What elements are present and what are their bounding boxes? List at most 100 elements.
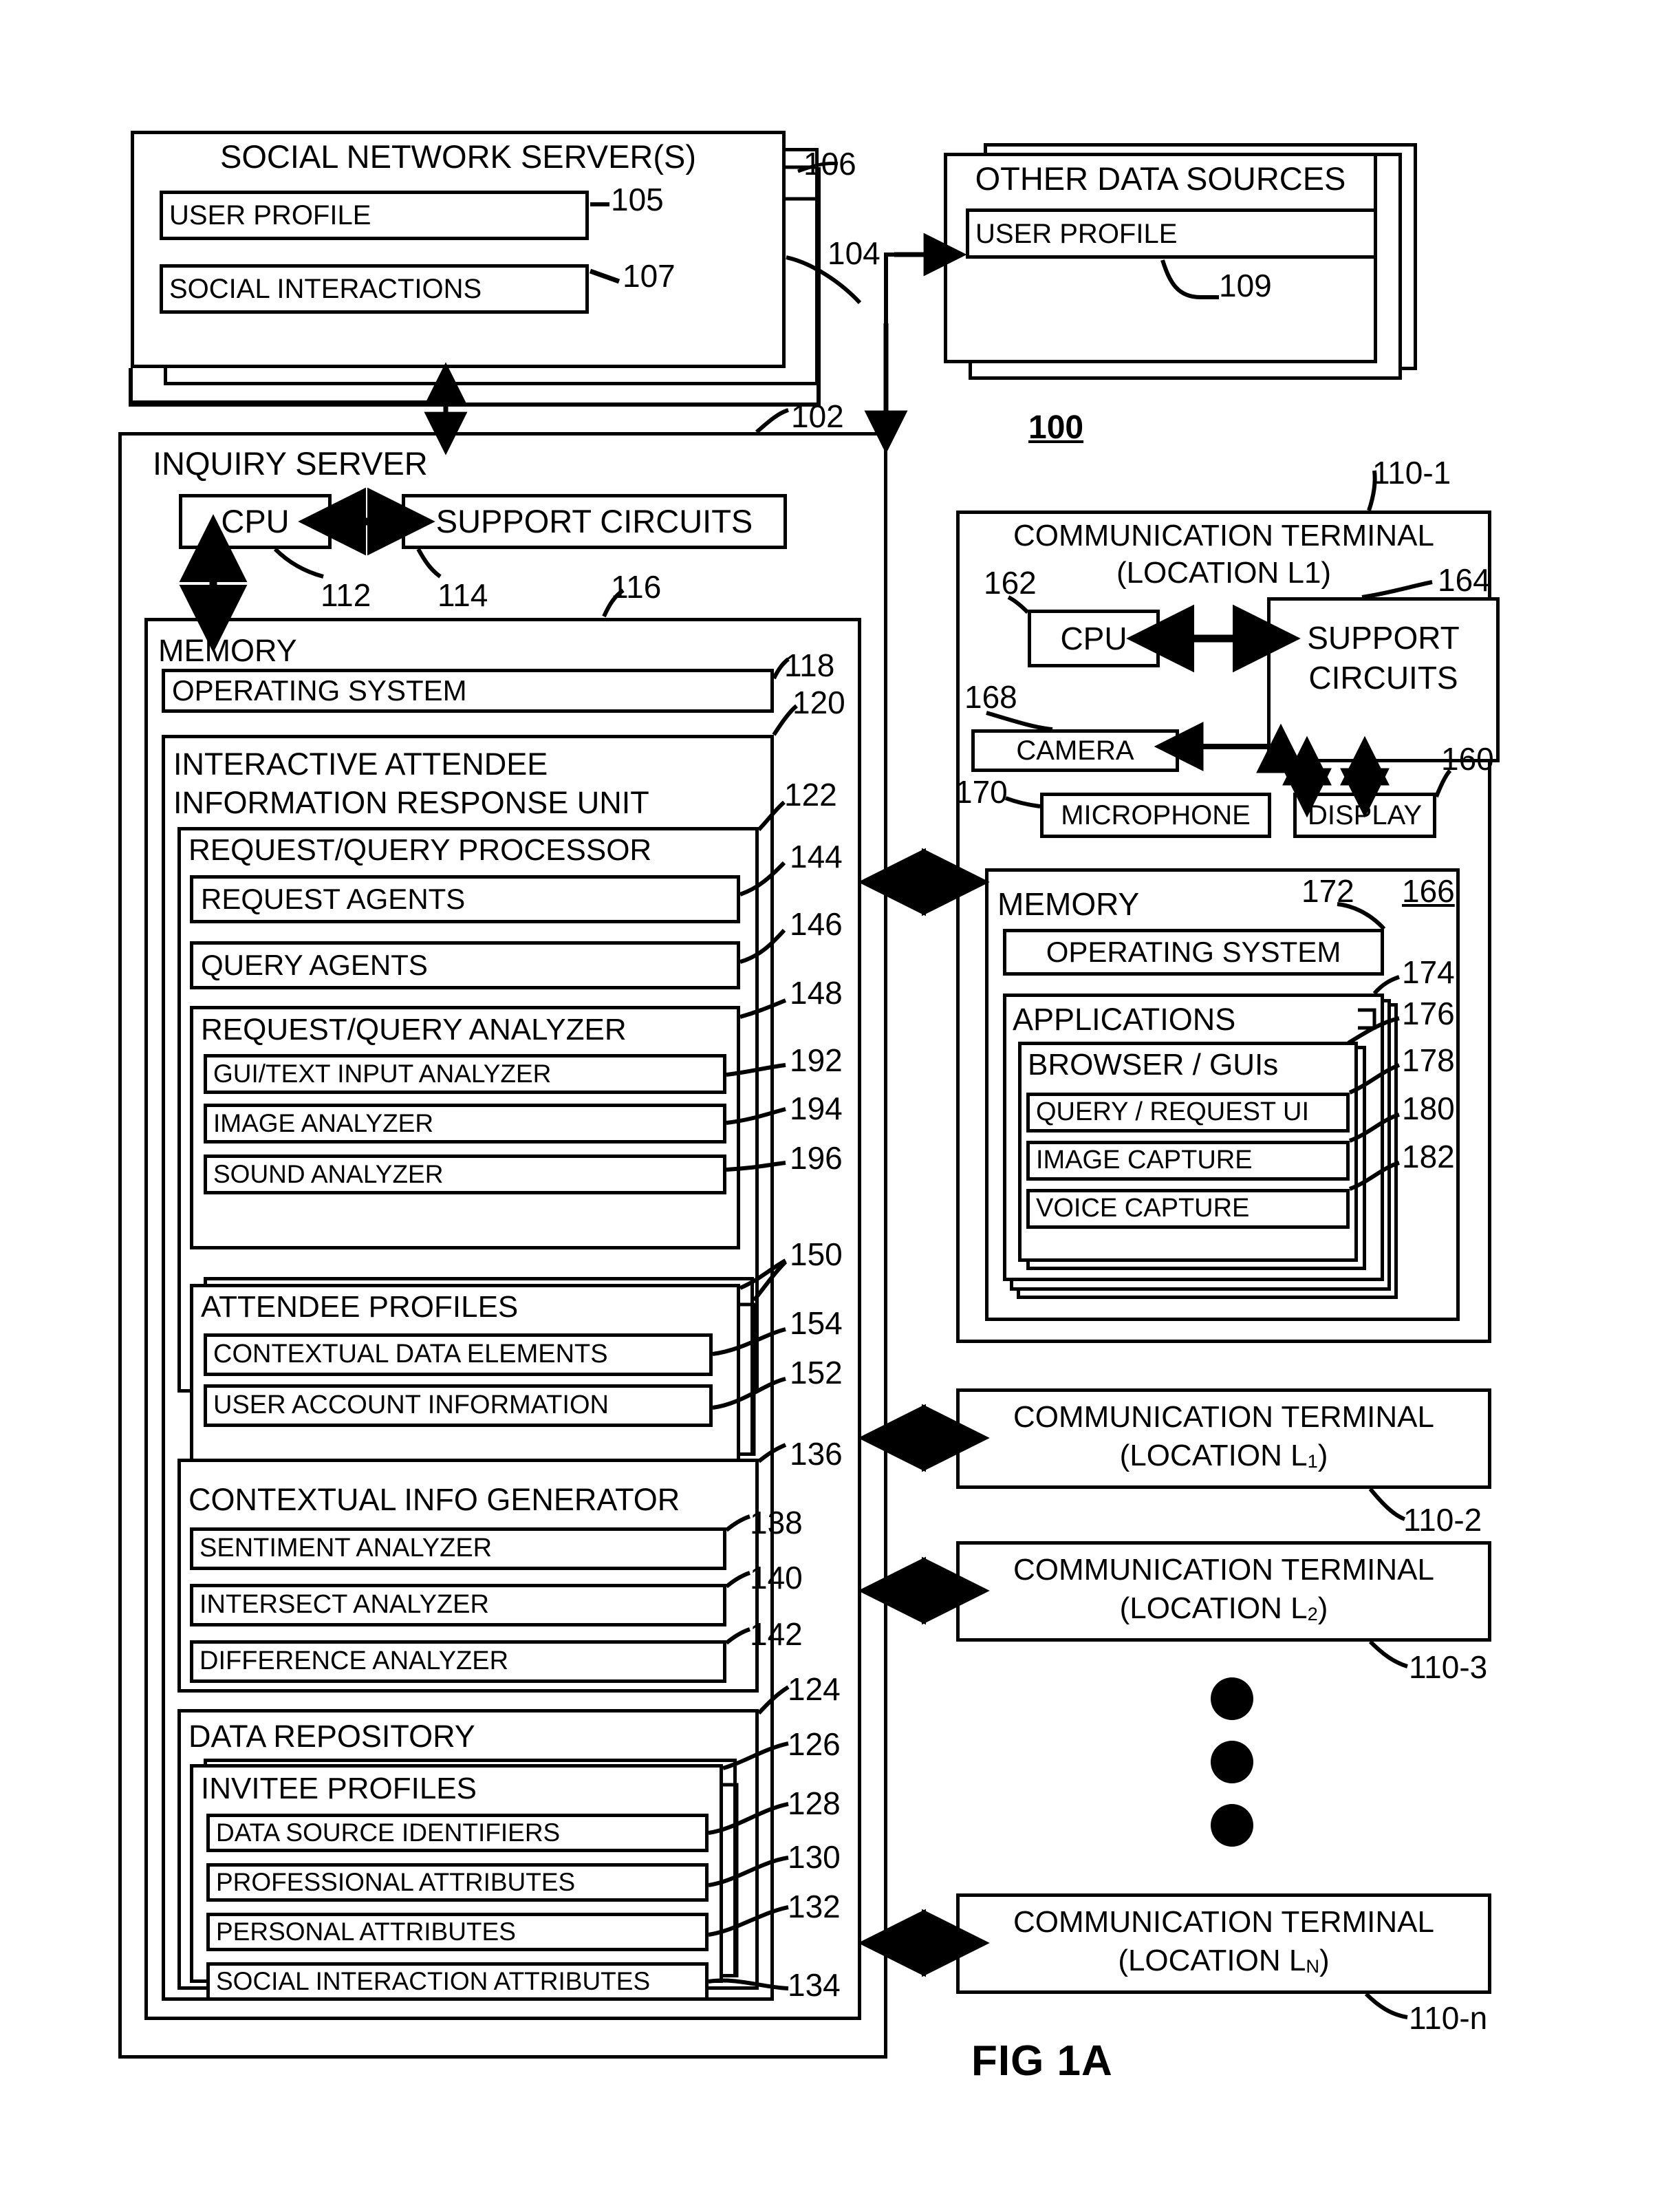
ref-114: 114: [437, 577, 488, 613]
ref-107: 107: [623, 258, 676, 294]
terminal-applications-label: APPLICATIONS: [1013, 1002, 1236, 1038]
ref-106: 106: [803, 146, 856, 182]
ref-146: 146: [790, 906, 843, 942]
ref-182: 182: [1402, 1139, 1455, 1174]
ref-172: 172: [1301, 873, 1354, 909]
ref-110-2: 110-2: [1403, 1502, 1482, 1538]
terminal-2-loc-post: ): [1317, 1438, 1328, 1472]
figure-label: FIG 1A: [971, 2037, 1113, 2085]
communication-terminal-1-title-line1: COMMUNICATION TERMINAL: [1013, 518, 1434, 552]
data-repository-label: DATA REPOSITORY: [188, 1719, 475, 1754]
terminal-microphone-label: MICROPHONE: [1061, 800, 1251, 830]
ref-152: 152: [790, 1355, 843, 1390]
inquiry-operating-system-label: OPERATING SYSTEM: [172, 674, 467, 707]
ref-140: 140: [750, 1560, 803, 1596]
terminal-3-loc-pre: (LOCATION L: [1119, 1591, 1308, 1625]
arrow-inquiry-to-other-data-sources: [864, 233, 967, 454]
terminal-3-loc-sub: 2: [1307, 1602, 1318, 1624]
ref-126: 126: [788, 1726, 841, 1762]
other-data-sources-title: OTHER DATA SOURCES: [975, 160, 1346, 197]
query-agents-label: QUERY AGENTS: [201, 948, 428, 981]
terminal-voice-capture-label: VOICE CAPTURE: [1036, 1194, 1250, 1223]
communication-terminal-n-title-line2: (LOCATION L N): [956, 1943, 1491, 1979]
ref-132: 132: [788, 1889, 841, 1924]
inquiry-server-title: INQUIRY SERVER: [153, 445, 428, 482]
leader-110-n: [1364, 1992, 1408, 2019]
terminal-3-loc-post: ): [1317, 1591, 1328, 1625]
leader-110-2: [1368, 1488, 1406, 1521]
ref-110-1: 110-1: [1372, 455, 1451, 491]
social-interaction-attributes-label: SOCIAL INTERACTION ATTRIBUTES: [216, 1966, 651, 1995]
terminal-operating-system-label: OPERATING SYSTEM: [1046, 935, 1341, 968]
ref-148: 148: [790, 975, 843, 1011]
terminal-cpu-label: CPU: [1060, 620, 1127, 656]
user-account-information-label: USER ACCOUNT INFORMATION: [213, 1390, 609, 1420]
intersect-analyzer-label: INTERSECT ANALYZER: [199, 1590, 489, 1620]
request-query-processor-label: REQUEST/QUERY PROCESSOR: [188, 833, 652, 867]
terminal-support-circuits-label-line2: CIRCUITS: [1308, 659, 1458, 696]
social-network-user-profile-label: USER PROFILE: [169, 200, 371, 230]
ref-176: 176: [1402, 996, 1455, 1031]
terminal-n-loc-post: ): [1319, 1943, 1330, 1977]
contextual-data-elements-label: CONTEXTUAL DATA ELEMENTS: [213, 1340, 608, 1369]
communication-terminal-n-title-line1: COMMUNICATION TERMINAL: [1013, 1904, 1434, 1939]
communication-terminal-2-title-line2: (LOCATION L 1): [956, 1438, 1491, 1474]
ref-144: 144: [790, 839, 843, 874]
contextual-info-generator-label: CONTEXTUAL INFO GENERATOR: [188, 1482, 680, 1518]
ref-196: 196: [790, 1140, 843, 1176]
terminal-n-loc-pre: (LOCATION L: [1118, 1943, 1306, 1977]
request-agents-label: REQUEST AGENTS: [201, 882, 466, 915]
terminal-n-loc-sub: N: [1306, 1955, 1320, 1977]
terminal-2-loc-pre: (LOCATION L: [1119, 1438, 1308, 1472]
ref-130: 130: [788, 1839, 841, 1875]
ref-168: 168: [964, 679, 1017, 715]
image-analyzer-label: IMAGE ANALYZER: [213, 1108, 434, 1137]
ref-122: 122: [784, 777, 837, 813]
ref-162: 162: [984, 565, 1037, 601]
system-ref-100: 100: [1028, 409, 1084, 446]
ellipsis-dot-3: [1211, 1804, 1253, 1847]
other-data-sources-user-profile-label: USER PROFILE: [975, 218, 1178, 249]
professional-attributes-label: PROFESSIONAL ATTRIBUTES: [216, 1867, 576, 1896]
ref-104: 104: [828, 235, 880, 271]
terminal-camera-label: CAMERA: [1016, 735, 1134, 766]
response-unit-label-line2: INFORMATION RESPONSE UNIT: [173, 785, 649, 821]
request-query-analyzer-label: REQUEST/QUERY ANALYZER: [201, 1012, 627, 1046]
ref-124: 124: [788, 1671, 841, 1707]
gui-text-input-analyzer-label: GUI/TEXT INPUT ANALYZER: [213, 1059, 552, 1088]
leader-102: [755, 408, 789, 434]
ref-112: 112: [321, 577, 371, 613]
ref-154: 154: [790, 1305, 843, 1341]
ref-110-n: 110-n: [1409, 2000, 1488, 2036]
ref-142: 142: [750, 1616, 803, 1652]
ref-180: 180: [1402, 1091, 1455, 1126]
ref-178: 178: [1402, 1042, 1455, 1078]
ref-134: 134: [788, 1967, 841, 2003]
ref-170: 170: [955, 774, 1008, 810]
ref-116: 116: [611, 569, 662, 605]
ellipsis-dot-1: [1211, 1677, 1253, 1720]
response-unit-label-line1: INTERACTIVE ATTENDEE: [173, 747, 548, 782]
ellipsis-dot-2: [1211, 1741, 1253, 1783]
ref-138: 138: [750, 1505, 803, 1540]
terminal-query-request-ui-label: QUERY / REQUEST UI: [1036, 1097, 1309, 1127]
terminal-2-loc-sub: 1: [1307, 1450, 1318, 1472]
ref-120: 120: [792, 685, 845, 720]
ref-118: 118: [784, 647, 835, 683]
ref-192: 192: [790, 1042, 843, 1078]
attendee-profiles-label: ATTENDEE PROFILES: [201, 1289, 519, 1324]
terminal-support-circuits-label-line1: SUPPORT: [1307, 619, 1460, 656]
terminal-memory-label: MEMORY: [997, 885, 1140, 922]
terminal-display-label: DISPLAY: [1308, 800, 1422, 830]
ref-110-3: 110-3: [1409, 1649, 1488, 1685]
inquiry-support-circuits-label: SUPPORT CIRCUITS: [435, 503, 753, 540]
figure-canvas: SOCIAL NETWORK SERVER(S) USER PROFILE 10…: [0, 0, 1664, 2212]
sound-analyzer-label: SOUND ANALYZER: [213, 1159, 444, 1188]
ref-150: 150: [790, 1236, 843, 1272]
communication-terminal-3-title-line2: (LOCATION L 2): [956, 1591, 1491, 1626]
ref-102: 102: [791, 398, 844, 434]
ref-160: 160: [1441, 741, 1494, 777]
social-network-server-title: SOCIAL NETWORK SERVER(S): [219, 138, 697, 175]
ref-166: 166: [1402, 873, 1455, 909]
ref-174: 174: [1402, 954, 1455, 990]
